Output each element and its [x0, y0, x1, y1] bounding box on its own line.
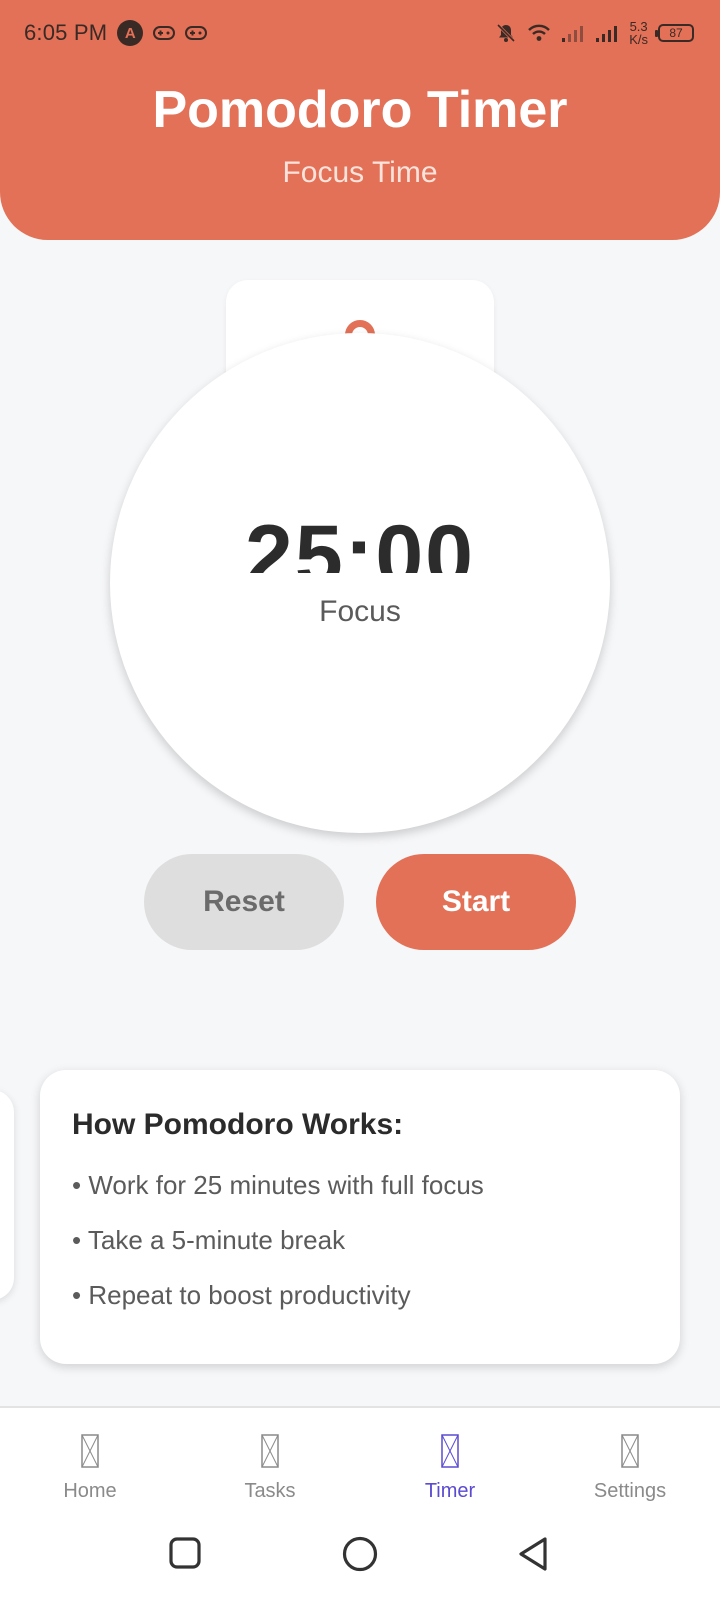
wifi-icon	[528, 24, 551, 41]
signal-icon	[562, 26, 584, 42]
nav-item-home[interactable]: Home	[0, 1408, 180, 1516]
nav-label-settings: Settings	[593, 1480, 667, 1502]
bottom-navigation: Home Tasks Timer Settings	[0, 1406, 720, 1516]
home-button-icon[interactable]	[342, 1536, 378, 1572]
timer-mode-label: Focus	[319, 595, 401, 628]
page-subtitle: Focus Time	[282, 156, 438, 189]
nav-label-tasks: Tasks	[244, 1480, 296, 1502]
settings-icon	[621, 1434, 639, 1468]
back-button-icon[interactable]	[516, 1536, 550, 1572]
battery-indicator: 87	[655, 24, 694, 42]
side-card-edge	[0, 1090, 14, 1300]
status-right: 5.3 K/s 87	[495, 20, 694, 46]
header: 6:05 PM A 5.3 K/s 87 Pomodoro Timer Focu…	[0, 0, 720, 240]
status-bar: 6:05 PM A 5.3 K/s 87	[0, 0, 720, 66]
page-title: Pomodoro Timer	[152, 81, 568, 139]
gamepad-icon	[185, 26, 208, 40]
info-list-item: • Work for 25 minutes with full focus	[72, 1170, 484, 1200]
nav-label-timer: Timer	[424, 1480, 476, 1502]
info-list-item: • Repeat to boost productivity	[72, 1280, 411, 1310]
system-navigation-bar	[0, 1516, 720, 1600]
nav-item-tasks[interactable]: Tasks	[180, 1408, 360, 1516]
info-card-title: How Pomodoro Works:	[72, 1108, 404, 1141]
app-notification-icon: A	[117, 20, 144, 46]
time-display: 25:00	[245, 521, 475, 573]
signal-icon	[596, 26, 618, 42]
network-speed-unit: K/s	[629, 32, 648, 47]
start-button[interactable]: Start	[376, 854, 576, 950]
time-display-clip: 25:00	[110, 521, 610, 573]
network-speed: 5.3 K/s	[629, 20, 648, 46]
nav-item-settings[interactable]: Settings	[540, 1408, 720, 1516]
home-icon	[81, 1434, 99, 1468]
tasks-icon	[261, 1434, 279, 1468]
info-card: How Pomodoro Works: • Work for 25 minute…	[40, 1070, 680, 1364]
timer-icon	[441, 1434, 459, 1468]
timer-circle: 25:00 Focus	[110, 333, 610, 833]
reset-button[interactable]: Reset	[144, 854, 344, 950]
nav-item-timer[interactable]: Timer	[360, 1408, 540, 1516]
status-time: 6:05 PM	[24, 20, 108, 45]
recents-button-icon[interactable]	[168, 1536, 202, 1570]
nav-label-home: Home	[63, 1480, 117, 1502]
status-left: 6:05 PM A	[24, 20, 208, 46]
gamepad-icon	[153, 26, 176, 40]
bell-off-icon	[497, 23, 516, 43]
info-list-item: • Take a 5-minute break	[72, 1225, 346, 1255]
